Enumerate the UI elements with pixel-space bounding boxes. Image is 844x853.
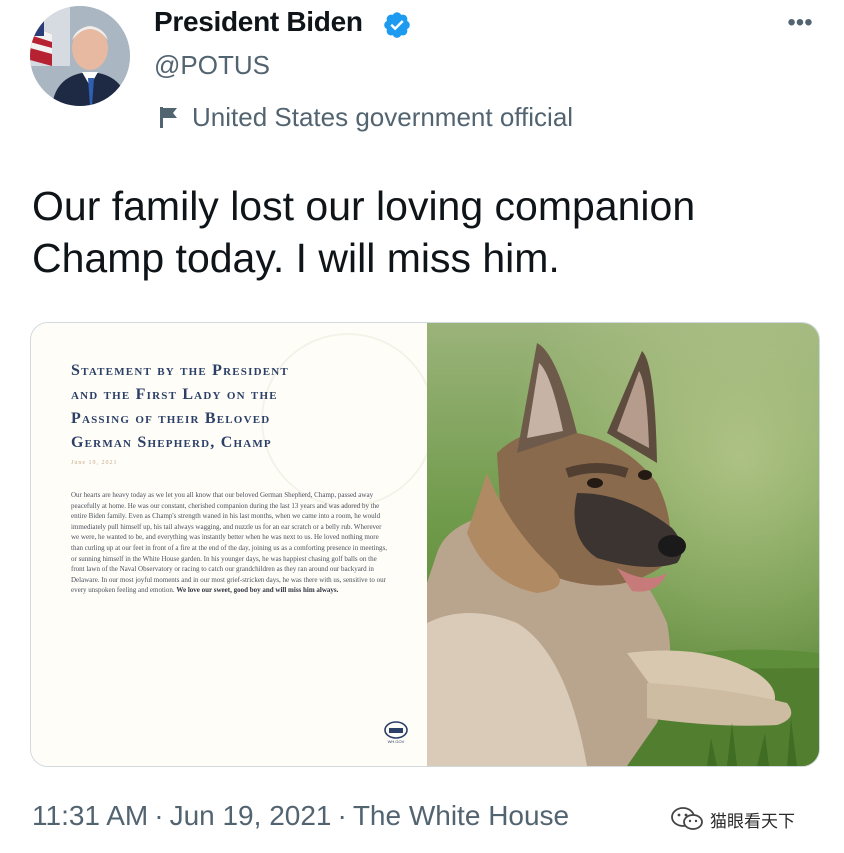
seal-caption: WH.GOV bbox=[388, 739, 405, 744]
verified-badge-icon bbox=[384, 12, 410, 38]
statement-body-text: Our hearts are heavy today as we let you… bbox=[71, 491, 388, 595]
statement-title-line: Statement by the President bbox=[71, 362, 289, 379]
watermark-text: 猫眼看天下 bbox=[710, 811, 795, 831]
statement-title: Statement by the President and the First… bbox=[71, 359, 401, 455]
handle[interactable]: @POTUS bbox=[154, 50, 270, 81]
tweet-date[interactable]: Jun 19, 2021 bbox=[170, 800, 332, 831]
author-name[interactable]: President Biden bbox=[154, 6, 363, 38]
statement-body: Our hearts are heavy today as we let you… bbox=[71, 490, 391, 596]
account-label-text: United States government official bbox=[192, 101, 574, 132]
statement-title-line: German Shepherd, Champ bbox=[71, 434, 272, 451]
statement-date: June 19, 2021 bbox=[71, 460, 118, 466]
tweet-meta: 11:31 AM · Jun 19, 2021 · The White House bbox=[32, 800, 569, 838]
white-house-seal-icon: WH.GOV bbox=[384, 721, 408, 744]
more-options-icon[interactable]: ••• bbox=[782, 10, 818, 36]
wechat-logo-icon bbox=[671, 807, 703, 830]
account-label: United States government official bbox=[158, 100, 573, 134]
tweet-text: Our family lost our loving companion Cha… bbox=[32, 183, 696, 281]
avatar[interactable] bbox=[30, 6, 130, 106]
statement-image: Statement by the President and the First… bbox=[31, 323, 435, 766]
meta-separator: · bbox=[337, 800, 347, 831]
watermark: 猫眼看天下 bbox=[670, 806, 795, 832]
flag-icon bbox=[160, 107, 177, 128]
avatar-photo bbox=[30, 6, 130, 106]
meta-separator: · bbox=[154, 800, 164, 831]
statement-title-line: Passing of their Beloved bbox=[71, 410, 271, 427]
statement-closing: We love our sweet, good boy and will mis… bbox=[176, 586, 339, 595]
media-card[interactable]: Statement by the President and the First… bbox=[30, 322, 820, 767]
german-shepherd-dog-photo bbox=[427, 323, 819, 766]
statement-title-line: and the First Lady on the bbox=[71, 386, 278, 403]
tweet-time[interactable]: 11:31 AM bbox=[32, 800, 148, 831]
tweet-source[interactable]: The White House bbox=[353, 800, 569, 831]
